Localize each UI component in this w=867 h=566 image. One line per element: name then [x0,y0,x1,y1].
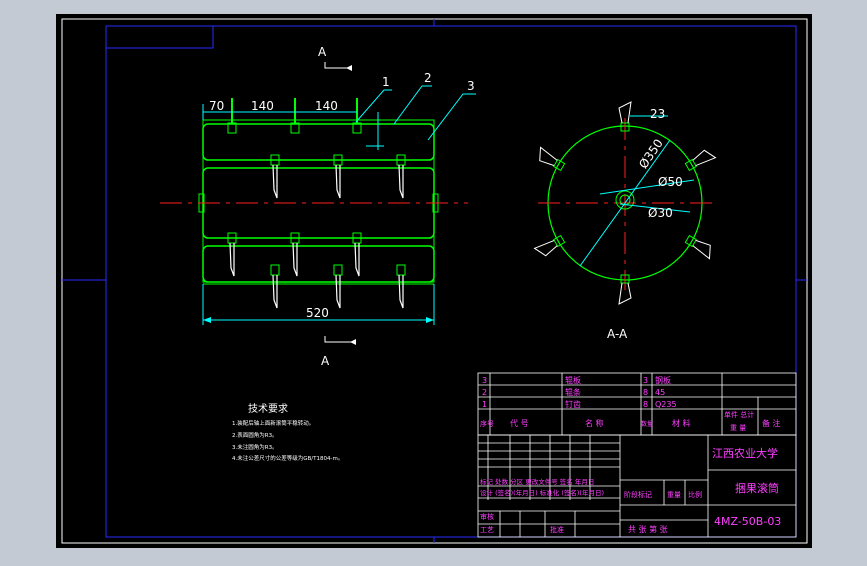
bom-no-2: 2 [482,388,487,397]
bom-no-1: 1 [482,400,487,409]
scale-label: 比例 [688,490,702,499]
bom-h-code: 代 号 [510,418,529,428]
dim-23: 23 [650,107,665,121]
tech-line-1: 1.装配后轴上面新滚筒平稳转动。 [232,419,314,427]
bom-name-1: 钉齿 [565,399,581,409]
bom-no-3: 3 [482,376,487,385]
bom-mat-2: 45 [655,388,665,397]
bom-qty-3: 3 [643,376,648,385]
tech-line-2: 2.表面圆角为R3。 [232,431,278,439]
check-label: 审核 [480,512,494,521]
section-mark-top: A [318,45,327,59]
bom-h-weight2: 重 量 [730,424,746,432]
balloon-2: 2 [424,71,432,85]
dim-dia50: Ø50 [658,175,683,189]
process-label: 工艺 [480,526,494,534]
cad-viewport: A A 70 140 140 520 1 2 3 Ø350 Ø50 Ø30 23… [0,0,867,562]
bom-h-qty: 数量 [641,420,653,428]
drawing-number: 4MZ-50B-03 [714,515,781,528]
balloon-1: 1 [382,75,390,89]
dim-70: 70 [209,99,224,113]
stage-mark: 阶段标记 [624,490,652,499]
bom-mat-3: 钢板 [655,375,671,385]
dim-140b: 140 [315,99,338,113]
bom-h-remark: 备 注 [762,418,781,428]
bom-qty-1: 8 [643,400,648,409]
tech-line-3: 3.未注圆角为R3。 [232,443,278,451]
bom-qty-2: 8 [643,388,648,397]
tech-title: 技术要求 [248,402,288,415]
balloon-3: 3 [467,79,475,93]
approve-label: 批准 [550,525,564,534]
part-name: 捆果滚筒 [735,481,779,495]
dim-520: 520 [306,306,329,320]
sheets-label: 共 张 第 张 [628,524,668,534]
section-mark-bottom: A [321,354,330,368]
drawing-canvas: A A 70 140 140 520 1 2 3 Ø350 Ø50 Ø30 23… [56,14,812,548]
bom-h-weight: 单件 总计 [724,410,754,419]
section-label: A-A [607,327,628,341]
bom-h-name: 名 称 [585,418,604,428]
row-mark: 标记 处数 分区 更改文件号 签名 年月日 [480,477,594,486]
tech-line-4: 4.未注公差尺寸的公差等级为GB/T1804-m。 [232,454,343,462]
dim-dia30: Ø30 [648,206,673,220]
school-name: 江西农业大学 [712,446,778,460]
bom-h-no: 序号 [480,419,494,428]
bom-mat-1: Q235 [655,400,677,409]
bom-name-3: 辊板 [565,375,581,385]
bom-name-2: 辊条 [565,387,581,397]
dim-140a: 140 [251,99,274,113]
row-design: 设计 (签名)(年月日) 标准化 (签名)(年月日) [480,488,604,497]
weight-label: 重量 [667,491,681,499]
bom-h-mat: 材 料 [672,418,691,428]
